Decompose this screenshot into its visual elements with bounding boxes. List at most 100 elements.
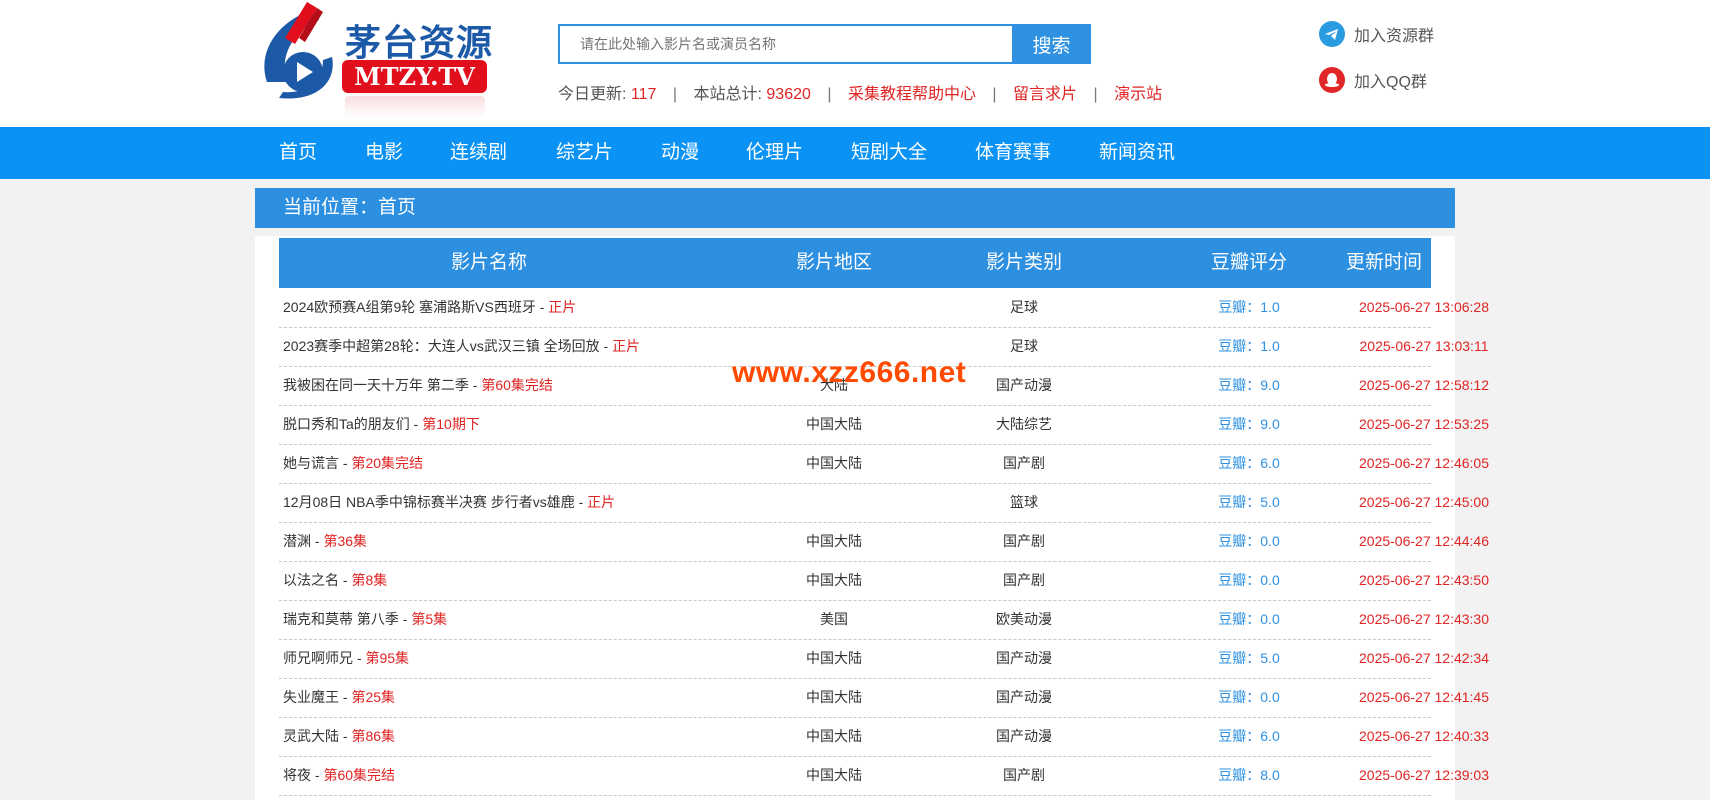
title-link[interactable]: 12月08日 NBA季中锦标赛半决赛 步行者vs雄鹿 - 正片 bbox=[283, 483, 615, 522]
title-link[interactable]: 2023赛季中超第28轮：大连人vs武汉三镇 全场回放 - 正片 bbox=[283, 327, 640, 366]
nav-item-movies[interactable]: 电影 bbox=[365, 127, 403, 179]
table-row[interactable]: 脱口秀和Ta的朋友们 - 第10期下 中国大陆 大陆综艺 豆瓣：9.0 2025-06-… bbox=[279, 405, 1489, 445]
episode-text: 第60集完结 bbox=[323, 767, 396, 783]
title-text: 12月08日 NBA季中锦标赛半决赛 步行者vs雄鹿 bbox=[283, 494, 575, 510]
time-cell: 2025-06-27 13:03:11 bbox=[1359, 338, 1489, 354]
title-link[interactable]: 我被困在同一天十万年 第二季 - 第60集完结 bbox=[283, 366, 553, 405]
time-cell: 2025-06-27 12:46:05 bbox=[1359, 455, 1489, 471]
episode-text: 正片 bbox=[587, 494, 616, 510]
divider: | bbox=[992, 86, 997, 103]
title-link[interactable]: 2024欧预赛A组第9轮 塞浦路斯VS西班牙 - 正片 bbox=[283, 288, 576, 327]
episode-text: 第60集完结 bbox=[481, 377, 553, 393]
telegram-group-link[interactable]: 加入资源群 bbox=[1319, 21, 1434, 47]
title-text: 我被困在同一天十万年 第二季 bbox=[283, 377, 469, 393]
breadcrumb-text: 当前位置：首页 bbox=[283, 197, 417, 218]
breadcrumb: 当前位置：首页 bbox=[255, 188, 1455, 228]
telegram-icon bbox=[1319, 21, 1345, 47]
title-link[interactable]: 以法之名 - 第8集 bbox=[283, 561, 387, 600]
table-row[interactable]: 2024欧预赛A组第9轮 塞浦路斯VS西班牙 - 正片 足球 豆瓣：1.0 2025-… bbox=[279, 288, 1489, 328]
title-link[interactable]: 失业魔王 - 第25集 bbox=[283, 678, 395, 717]
title-sep: - bbox=[339, 572, 352, 588]
title-text: 灵武大陆 bbox=[283, 728, 339, 744]
episode-text: 正片 bbox=[548, 299, 577, 315]
time-cell: 2025-06-27 12:39:03 bbox=[1359, 767, 1489, 783]
title-link[interactable]: 师兄啊师兄 - 第95集 bbox=[283, 639, 409, 678]
title-sep: - bbox=[339, 455, 352, 471]
search-input[interactable] bbox=[558, 24, 1032, 64]
site-stats: 今日更新: 117 | 本站总计: 93620 | 采集教程帮助中心 | 留言求… bbox=[558, 80, 1162, 104]
nav-item-variety[interactable]: 综艺片 bbox=[556, 127, 613, 179]
logo-badge: MTZY.TV bbox=[342, 60, 487, 93]
watermark: www.xzz666.net bbox=[732, 356, 967, 389]
header-time: 更新时间 bbox=[1345, 252, 1422, 273]
title-sep: - bbox=[409, 416, 423, 432]
divider: | bbox=[1093, 86, 1098, 103]
time-cell: 2025-06-27 12:41:45 bbox=[1359, 689, 1489, 705]
episode-text: 第95集 bbox=[365, 650, 410, 666]
table-row[interactable]: 潜渊 - 第36集 中国大陆 国产剧 豆瓣：0.0 2025-06-27 12:44:4… bbox=[279, 522, 1489, 562]
nav-item-anime[interactable]: 动漫 bbox=[661, 127, 699, 179]
demo-link[interactable]: 演示站 bbox=[1114, 86, 1162, 103]
episode-text: 第5集 bbox=[411, 611, 448, 627]
table-row[interactable]: 失业魔王 - 第25集 中国大陆 国产动漫 豆瓣：0.0 2025-06-27 12:4… bbox=[279, 678, 1489, 718]
episode-text: 第10期下 bbox=[422, 416, 480, 432]
nav-item-news[interactable]: 新闻资讯 bbox=[1099, 127, 1175, 179]
main-nav: 首页 电影 连续剧 综艺片 动漫 伦理片 短剧大全 体育赛事 新闻资讯 bbox=[0, 127, 1710, 179]
logo-reflection bbox=[345, 96, 485, 118]
title-text: 她与谎言 bbox=[283, 455, 339, 471]
time-cell: 2025-06-27 12:58:12 bbox=[1359, 377, 1489, 393]
header-name: 影片名称 bbox=[450, 252, 527, 273]
nav-item-sports[interactable]: 体育赛事 bbox=[975, 127, 1051, 179]
title-sep: - bbox=[311, 767, 324, 783]
film-logo-icon bbox=[264, 2, 333, 99]
nav-item-ethics[interactable]: 伦理片 bbox=[746, 127, 803, 179]
content-panel: 影片名称 影片地区 影片类别 豆瓣评分 更新时间 2024欧预赛A组第9轮 塞浦… bbox=[255, 236, 1489, 800]
qq-group-link[interactable]: 加入QQ群 bbox=[1319, 67, 1427, 93]
table-header: 影片名称 影片地区 影片类别 豆瓣评分 更新时间 bbox=[279, 238, 1431, 288]
time-cell: 2025-06-27 12:53:25 bbox=[1359, 416, 1489, 432]
title-link[interactable]: 灵武大陆 - 第86集 bbox=[283, 717, 395, 756]
nav-item-home[interactable]: 首页 bbox=[279, 127, 317, 179]
title-link[interactable]: 她与谎言 - 第20集完结 bbox=[283, 444, 423, 483]
title-text: 2023赛季中超第28轮：大连人vs武汉三镇 全场回放 bbox=[283, 338, 600, 354]
qq-icon bbox=[1319, 67, 1345, 93]
title-link[interactable]: 脱口秀和Ta的朋友们 - 第10期下 bbox=[283, 405, 480, 444]
table-row[interactable]: 以法之名 - 第8集 中国大陆 国产剧 豆瓣：0.0 2025-06-27 12:43:… bbox=[279, 561, 1489, 601]
today-value: 117 bbox=[630, 86, 657, 103]
telegram-group-label: 加入资源群 bbox=[1354, 28, 1435, 45]
nav-item-shorts[interactable]: 短剧大全 bbox=[851, 127, 927, 179]
episode-text: 第86集 bbox=[351, 728, 396, 744]
title-sep: - bbox=[535, 299, 549, 315]
title-text: 以法之名 bbox=[283, 572, 339, 588]
table-row[interactable]: 她与谎言 - 第20集完结 中国大陆 国产剧 豆瓣：6.0 2025-06-27 12:… bbox=[279, 444, 1489, 484]
nav-item-series[interactable]: 连续剧 bbox=[450, 127, 507, 179]
episode-text: 正片 bbox=[612, 338, 641, 354]
header: 茅台资源 MTZY.TV 搜索 今日更新: 117 | 本站总计: 93620 … bbox=[0, 0, 1710, 127]
site-logo[interactable]: 茅台资源 MTZY.TV bbox=[257, 2, 492, 120]
table-row[interactable]: 师兄啊师兄 - 第95集 中国大陆 国产动漫 豆瓣：5.0 2025-06-27 12:… bbox=[279, 639, 1489, 679]
title-sep: - bbox=[353, 650, 366, 666]
time-cell: 2025-06-27 12:43:30 bbox=[1359, 611, 1489, 627]
title-sep: - bbox=[574, 494, 588, 510]
table-row[interactable]: 12月08日 NBA季中锦标赛半决赛 步行者vs雄鹿 - 正片 篮球 豆瓣：5.0 2… bbox=[279, 483, 1489, 523]
title-sep: - bbox=[599, 338, 613, 354]
title-link[interactable]: 潜渊 - 第36集 bbox=[283, 522, 367, 561]
title-link[interactable]: 瑞克和莫蒂 第八季 - 第5集 bbox=[283, 600, 447, 639]
time-cell: 2025-06-27 12:44:46 bbox=[1359, 533, 1489, 549]
title-sep: - bbox=[398, 611, 412, 627]
divider: | bbox=[827, 86, 832, 103]
table-row[interactable]: 灵武大陆 - 第86集 中国大陆 国产动漫 豆瓣：6.0 2025-06-27 12:4… bbox=[279, 717, 1489, 757]
title-link[interactable]: 将夜 - 第60集完结 bbox=[283, 756, 395, 795]
title-text: 瑞克和莫蒂 第八季 bbox=[283, 611, 399, 627]
help-center-link[interactable]: 采集教程帮助中心 bbox=[848, 86, 976, 103]
table-row[interactable]: 瑞克和莫蒂 第八季 - 第5集 美国 欧美动漫 豆瓣：0.0 2025-06-27 12… bbox=[279, 600, 1489, 640]
request-link[interactable]: 留言求片 bbox=[1013, 86, 1077, 103]
title-text: 2024欧预赛A组第9轮 塞浦路斯VS西班牙 bbox=[283, 299, 536, 315]
time-cell: 2025-06-27 12:43:50 bbox=[1359, 572, 1489, 588]
time-cell: 2025-06-27 12:45:00 bbox=[1359, 494, 1489, 510]
table-row[interactable]: 将夜 - 第60集完结 中国大陆 国产剧 豆瓣：8.0 2025-06-27 12:39… bbox=[279, 756, 1489, 796]
episode-text: 第25集 bbox=[351, 689, 396, 705]
episode-text: 第20集完结 bbox=[351, 455, 424, 471]
search-button[interactable]: 搜索 bbox=[1012, 24, 1091, 64]
title-sep: - bbox=[468, 377, 482, 393]
